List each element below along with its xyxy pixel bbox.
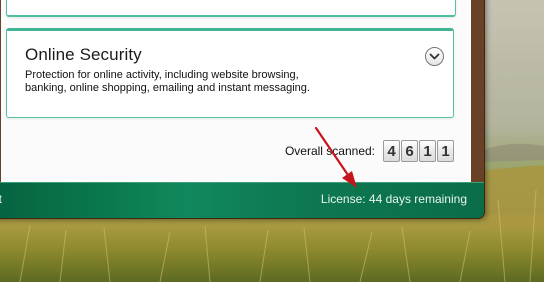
online-security-title: Online Security (25, 45, 142, 64)
status-bar: nt License: 44 days remaining (0, 182, 484, 218)
app-window: Online Security Protection for online ac… (0, 0, 484, 218)
chevron-down-icon (429, 53, 440, 59)
online-security-description: Protection for online activity, includin… (25, 69, 310, 94)
counter-digit: 1 (437, 140, 454, 162)
overall-scanned-row: Overall scanned: 4 6 1 1 (285, 140, 454, 162)
overall-scanned-label: Overall scanned: (284, 144, 375, 158)
counter-digit: 4 (383, 140, 400, 162)
window-client-area: Online Security Protection for online ac… (1, 0, 471, 182)
counter-digit: 1 (419, 140, 436, 162)
expand-button[interactable] (425, 47, 444, 66)
license-status-link[interactable]: License: 44 days remaining (321, 192, 467, 206)
counter-digit: 6 (401, 140, 418, 162)
previous-section-panel[interactable] (6, 0, 456, 17)
status-bar-left-link[interactable]: nt (0, 192, 2, 206)
scan-counter: 4 6 1 1 (383, 140, 454, 162)
online-security-panel[interactable]: Online Security Protection for online ac… (6, 28, 454, 118)
